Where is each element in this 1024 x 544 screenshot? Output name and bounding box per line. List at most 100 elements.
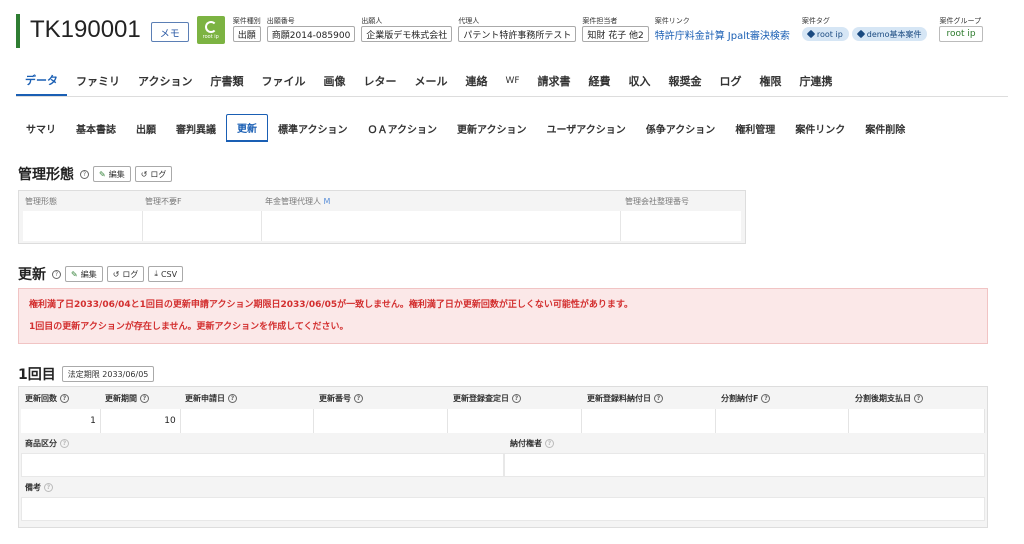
round1-cell-2[interactable] [180,409,315,433]
notes-field[interactable] [21,497,985,521]
tab-sub-6[interactable]: ＯＡアクション [358,114,448,142]
tab-sub-9[interactable]: 係争アクション [636,114,726,142]
tab-main-10[interactable]: 請求書 [529,66,580,96]
tab-sub-11[interactable]: 案件リンク [785,114,855,142]
col-mgmt-unneeded: 管理不要F [145,196,182,206]
round1-col-5: 更新登録料納付日? [581,393,715,404]
round1-col-1: 更新期間? [99,393,179,404]
tab-sub-4[interactable]: 更新 [226,114,268,142]
tab-main-13[interactable]: 報奨金 [660,66,711,96]
renewal-title: 更新 [18,267,46,283]
tab-main-12[interactable]: 収入 [620,66,660,96]
tab-main-3[interactable]: 庁書類 [201,66,252,96]
edit-icon: ✎ [71,269,78,279]
goods-class-field[interactable] [21,453,504,477]
tag-icon [856,29,866,39]
deadline-badge: 法定期限 2033/06/05 [61,366,155,382]
memo-button[interactable]: メモ [150,22,189,42]
tab-main-2[interactable]: アクション [129,66,201,96]
mgmt-log-button[interactable]: ↺ ログ [134,166,173,182]
case-type-field: 案件種別 出願 [232,17,261,42]
payer-field[interactable] [504,453,985,477]
tab-main-6[interactable]: レター [354,66,405,96]
round1-cell-7[interactable] [849,409,985,433]
tab-main-8[interactable]: 連絡 [456,66,496,96]
tab-sub-3[interactable]: 審判異議 [166,114,226,142]
error-message-1: 権利満了日2033/06/04と1回目の更新申請アクション期限日2033/06/… [29,300,633,310]
help-icon[interactable]: ? [512,393,521,403]
mgmt-edit-button[interactable]: ✎ 編集 [93,166,131,182]
tab-sub-2[interactable]: 出願 [126,114,166,142]
help-icon[interactable]: ? [60,393,69,403]
help-icon[interactable]: ? [354,393,363,403]
app-number-field: 出願番号 商願2014-085900 [266,16,356,42]
round1-cell-4[interactable] [448,409,582,433]
tab-sub-5[interactable]: 標準アクション [268,114,358,142]
round1-cell-3[interactable] [314,409,449,433]
mgmt-title: 管理形態 [18,167,74,183]
history-icon: ↺ [140,169,148,179]
tab-main-5[interactable]: 画像 [314,66,354,96]
renewal-edit-button[interactable]: ✎ 編集 [65,266,103,282]
tab-main-0[interactable]: データ [16,66,67,96]
col-mgmt-type: 管理形態 [25,196,57,206]
help-icon[interactable]: ? [654,393,663,403]
help-icon[interactable]: ? [60,438,69,448]
round1-cell-6[interactable] [715,409,850,433]
tab-main-14[interactable]: ログ [711,66,751,96]
round1-col-0: 更新回数? [19,393,99,404]
tab-sub-7[interactable]: 更新アクション [447,114,537,142]
tab-sub-10[interactable]: 権利管理 [725,114,785,142]
round1-col-4: 更新登録査定日? [447,393,581,404]
tag-demo[interactable]: demo基本案件 [851,27,928,41]
notes-label: 備考? [19,477,987,497]
col-mgmt-number: 管理会社整理番号 [625,196,689,206]
main-tabs-divider [16,96,1008,97]
help-icon[interactable]: ? [228,393,237,403]
case-link-field: 案件リンク 特許庁料金計算 Jpalt審決検索 [654,17,790,42]
case-tag-field: 案件タグ root ip demo基本案件 [801,16,928,41]
help-icon[interactable]: ? [545,438,554,448]
round1-cell-5[interactable] [581,409,716,433]
root-ip-logo-icon: root ip [196,16,225,44]
renewal-section-header: 更新 ? ✎ 編集 ↺ ログ ⤓ CSV [18,264,184,284]
tab-main-16[interactable]: 庁連携 [791,66,842,96]
mgmt-section-header: 管理形態 ? ✎ 編集 ↺ ログ [18,164,173,184]
tab-sub-12[interactable]: 案件削除 [855,114,915,142]
tab-main-11[interactable]: 経費 [580,66,620,96]
mgmt-unneeded-cell[interactable] [142,211,263,241]
round1-cell-0[interactable]: 1 [21,409,101,433]
help-icon[interactable]: ? [140,393,149,403]
help-icon[interactable]: ? [80,169,89,179]
payer-label: 納付権者? [504,433,987,453]
tab-main-9[interactable]: WF [496,66,528,96]
error-message-2: 1回目の更新アクションが存在しません。更新アクションを作成してください。 [29,322,349,332]
tab-main-1[interactable]: ファミリ [67,66,129,96]
tab-sub-1[interactable]: 基本書誌 [66,114,126,142]
mgmt-table: 管理形態 管理不要F 年金管理代理人 M 管理会社整理番号 [18,190,746,244]
mgmt-type-cell[interactable] [23,211,143,241]
applicant-chip: 企業版デモ株式会社 [361,26,453,42]
tab-sub-0[interactable]: サマリ [16,114,66,142]
annuity-agent-cell[interactable] [262,211,622,241]
tab-main-4[interactable]: ファイル [252,66,314,96]
help-icon[interactable]: ? [761,393,771,403]
csv-download-button[interactable]: ⤓ CSV [148,266,184,282]
mgmt-number-cell[interactable] [621,211,742,241]
tab-main-15[interactable]: 権限 [751,66,791,96]
group-chip[interactable]: root ip [939,26,983,42]
case-type-chip: 出願 [232,26,261,42]
jpalt-search-link[interactable]: Jpalt審決検索 [728,26,790,42]
tab-main-7[interactable]: メール [405,66,456,96]
main-tabs: データ ファミリ アクション 庁書類 ファイル 画像 レター メール 連絡 WF 請求書 経費 収入 報奨… [16,66,842,96]
help-icon[interactable]: ? [44,482,53,492]
help-icon[interactable]: ? [914,393,923,403]
tab-sub-8[interactable]: ユーザアクション [537,114,636,142]
fee-calc-link[interactable]: 特許庁料金計算 [655,26,725,42]
agent-field: 代理人 パテント特許事務所テスト [458,16,577,42]
help-icon[interactable]: ? [52,269,61,279]
renewal-log-button[interactable]: ↺ ログ [106,266,145,282]
round1-cell-1[interactable]: 10 [100,409,181,433]
case-group-field: 案件グループ root ip [939,16,983,42]
tag-root-ip[interactable]: root ip [801,27,849,41]
